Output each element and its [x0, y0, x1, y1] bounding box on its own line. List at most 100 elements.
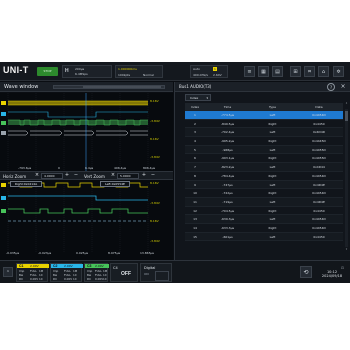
run-stop-button[interactable]: STOP	[37, 67, 58, 76]
channel2-card[interactable]: C2 2.00V Imp FULL 1M Bw FULL 1X DC 0.00V 1X	[50, 263, 83, 282]
vert-zoom-close-icon[interactable]: ×	[110, 173, 116, 179]
cell-time: -995.2µs	[220, 139, 235, 144]
cell-index: 3	[194, 130, 196, 135]
horiz-zoom-label: Horiz Zoom	[3, 174, 27, 179]
horizontal-letter: H	[65, 68, 69, 74]
table-row[interactable]: 3 -702.4µs Left 0x4D4D	[185, 128, 343, 138]
table-row[interactable]: 10 -722µs Right 0x4454D	[185, 189, 343, 198]
waveform-display[interactable]: 8.16V -3.84V 8.16V -3.84V -793.6µs 0 6.4…	[0, 93, 173, 260]
channel4-state: OFF	[121, 271, 131, 277]
time-delay: 1.000000ms	[118, 67, 137, 71]
channel1-volts: 2.00V	[30, 264, 39, 268]
brand-logo: UNI-T	[3, 65, 29, 75]
measure-icon[interactable]: ≡	[244, 66, 255, 77]
cell-index: 7	[194, 165, 196, 170]
table-header-row: Index Time Type Data	[185, 103, 343, 111]
horiz-zoom-field[interactable]: 4.0000	[41, 173, 63, 179]
trigger-rate: 400.0Hz/s	[193, 73, 208, 77]
channel2-trace	[8, 111, 148, 118]
menu-expand-icon[interactable]: ⌃	[3, 267, 13, 277]
cell-type: Left	[269, 113, 276, 117]
help-icon[interactable]: ?	[327, 83, 335, 91]
time-delay-box[interactable]: 1.000000ms 100kpts Normal	[115, 65, 163, 78]
cell-type: Right	[268, 121, 277, 126]
cell-time: -849.5µs	[220, 121, 235, 126]
bus-decode-row	[8, 130, 148, 136]
table-row[interactable]: 7 -823.2µs Left 0x4D44	[185, 163, 343, 172]
table-row[interactable]: 11 -719µs Left 0x4D4E	[185, 197, 343, 207]
panel-title: Bus1 AUDIO(T3)	[179, 84, 212, 89]
cell-data: 0x4450	[313, 121, 325, 126]
table-row[interactable]: 8 -784.4µs Right 0x4454D	[185, 172, 343, 181]
decode-icon[interactable]: ⌗	[304, 66, 315, 77]
table-row[interactable]: 4 -995.2µs Right 0x4445D	[185, 137, 343, 146]
zoom-level-2: -3.84V	[150, 201, 160, 205]
horiz-zoom-plus-button[interactable]: +	[64, 173, 70, 179]
overview-bar[interactable]	[53, 85, 165, 89]
time-label-top-5: 806.4µs	[143, 166, 156, 170]
cell-time: -722µs	[222, 191, 233, 196]
table-row[interactable]: 6 -993.1µs Right 0x4455D	[185, 154, 343, 164]
time-label-bottom-4: 8.975µs	[108, 251, 121, 255]
cursor-icon[interactable]: ▦	[258, 66, 269, 77]
cell-index: 14	[193, 225, 197, 230]
ch3-dc-val: 0.00V	[95, 277, 104, 281]
digital-card[interactable]: Digital ON	[140, 263, 172, 282]
horizontal-scale-box[interactable]: H 200µs 6.4MSps	[62, 65, 112, 78]
cell-time: -747µs	[222, 182, 233, 187]
sample-rate: 6.4MSps	[75, 72, 88, 76]
clock-date: 2024/09/18	[321, 274, 343, 278]
bus-decode-panel: Bus1 AUDIO(T3) ? × Index ▾ Index Time Ty…	[174, 82, 350, 260]
table-row[interactable]: 2 -849.5µs Right 0x4450	[185, 120, 343, 129]
table-row[interactable]: 15 -601µs Left 0x4450	[185, 232, 343, 242]
table-row[interactable]: 9 -747µs Left 0x4D4E	[185, 180, 343, 190]
cell-type: Right	[268, 173, 277, 178]
display-icon[interactable]: ▤	[272, 66, 283, 77]
scrollbar-thumb[interactable]	[345, 111, 348, 121]
cell-index: 13	[193, 217, 197, 222]
trace-level-4: -3.84V	[150, 155, 160, 159]
cell-time: -633.3µs	[220, 225, 235, 230]
cell-type: Left	[269, 217, 276, 222]
wave-window-header: Wave window	[0, 82, 173, 92]
scroll-down-icon[interactable]: ˅	[343, 248, 350, 253]
trigger-level: 2.64V	[213, 73, 222, 77]
cell-time: -702.4µs	[220, 130, 235, 135]
cell-time: -704.5µs	[220, 208, 235, 213]
cell-index: 2	[194, 121, 196, 126]
index-select[interactable]: Index ▾	[185, 94, 211, 101]
notification-icon[interactable]: ⟲	[300, 266, 312, 278]
trigger-box[interactable]: Auto 400.0Hz/s 1 2.64V	[190, 65, 228, 78]
vert-zoom-plus-button[interactable]: +	[141, 173, 147, 179]
table-row[interactable]: 12 -704.5µs Right 0x4450	[185, 207, 343, 216]
horiz-zoom-close-icon[interactable]: ×	[34, 173, 40, 179]
scroll-up-icon[interactable]: ˄	[343, 102, 350, 107]
acquire-mode: Normal	[143, 73, 154, 77]
grid-menu-icon[interactable]: ⊞	[290, 66, 301, 77]
cell-index: 8	[194, 173, 196, 178]
bus-marker	[1, 131, 6, 135]
table-row[interactable]: 14 -633.3µs Right 0x4454D	[185, 224, 343, 233]
cell-time: -823.2µs	[220, 165, 235, 170]
home-icon[interactable]: ⌂	[318, 66, 329, 77]
channel1-card[interactable]: C1 2.00V Imp FULL 1M Bw FULL 1X DC 0.00V 1X	[16, 263, 49, 282]
table-row[interactable]: 5 -968µs Left 0x4455D	[185, 145, 343, 155]
horiz-zoom-minus-button[interactable]: −	[73, 173, 79, 179]
column-header: Index	[190, 105, 200, 109]
channel3-card[interactable]: C3 2.00V Imp FULL 1M Bw FULL 1X DC 0.00V 1X	[84, 263, 109, 282]
channel4-card[interactable]: C4 OFF	[110, 263, 138, 282]
time-label-bottom-2: -0.023µs	[38, 251, 52, 255]
channel2-name: C2	[53, 264, 58, 268]
ch3-dc-key: DC	[87, 277, 92, 281]
table-row[interactable]: 13 -639.3µs Left 0x4454D	[185, 215, 343, 224]
settings-icon[interactable]: ✲	[333, 66, 344, 77]
close-icon[interactable]: ×	[339, 83, 347, 91]
channel2-volts: 2.00V	[64, 264, 73, 268]
cell-type: Right	[268, 139, 277, 144]
table-row[interactable]: 1 -774.5µs Left 0x4454D	[185, 111, 343, 120]
cell-index: 9	[194, 182, 196, 187]
vert-zoom-minus-button[interactable]: −	[150, 173, 156, 179]
vert-zoom-field[interactable]: 5.0000	[117, 173, 139, 179]
cell-data: 0x4450	[313, 234, 325, 239]
table-scrollbar[interactable]	[345, 109, 348, 247]
